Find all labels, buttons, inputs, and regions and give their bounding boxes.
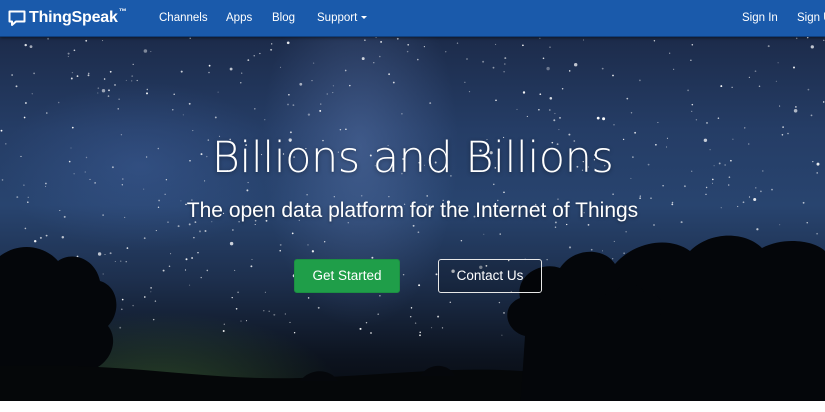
nav-support-label: Support (317, 12, 358, 24)
nav-sign-up[interactable]: Sign Up (797, 0, 825, 36)
hero-banner: Billions and Billions The open data plat… (0, 36, 825, 412)
page-bottom-edge (0, 401, 825, 412)
brand-logo-link[interactable]: ThingSpeak ™ (7, 7, 127, 29)
brand-name: ThingSpeak (29, 9, 118, 26)
get-started-button[interactable]: Get Started (294, 259, 400, 293)
chevron-down-icon (361, 16, 368, 20)
top-navbar: ThingSpeak ™ Channels Apps Blog Support … (0, 0, 825, 37)
nav-channels[interactable]: Channels (159, 0, 208, 36)
page: ThingSpeak ™ Channels Apps Blog Support … (0, 0, 825, 412)
nav-blog[interactable]: Blog (272, 0, 295, 36)
tree-silhouette-background (0, 235, 825, 412)
speech-bubble-icon (8, 10, 26, 26)
nav-sign-in[interactable]: Sign In (742, 0, 778, 36)
hero-title: Billions and Billions (211, 133, 614, 183)
contact-us-button[interactable]: Contact Us (438, 259, 542, 293)
nav-support-dropdown[interactable]: Support (317, 0, 368, 36)
hero-subtitle: The open data platform for the Internet … (186, 199, 639, 222)
brand-trademark: ™ (118, 7, 127, 16)
nav-apps[interactable]: Apps (226, 0, 252, 36)
